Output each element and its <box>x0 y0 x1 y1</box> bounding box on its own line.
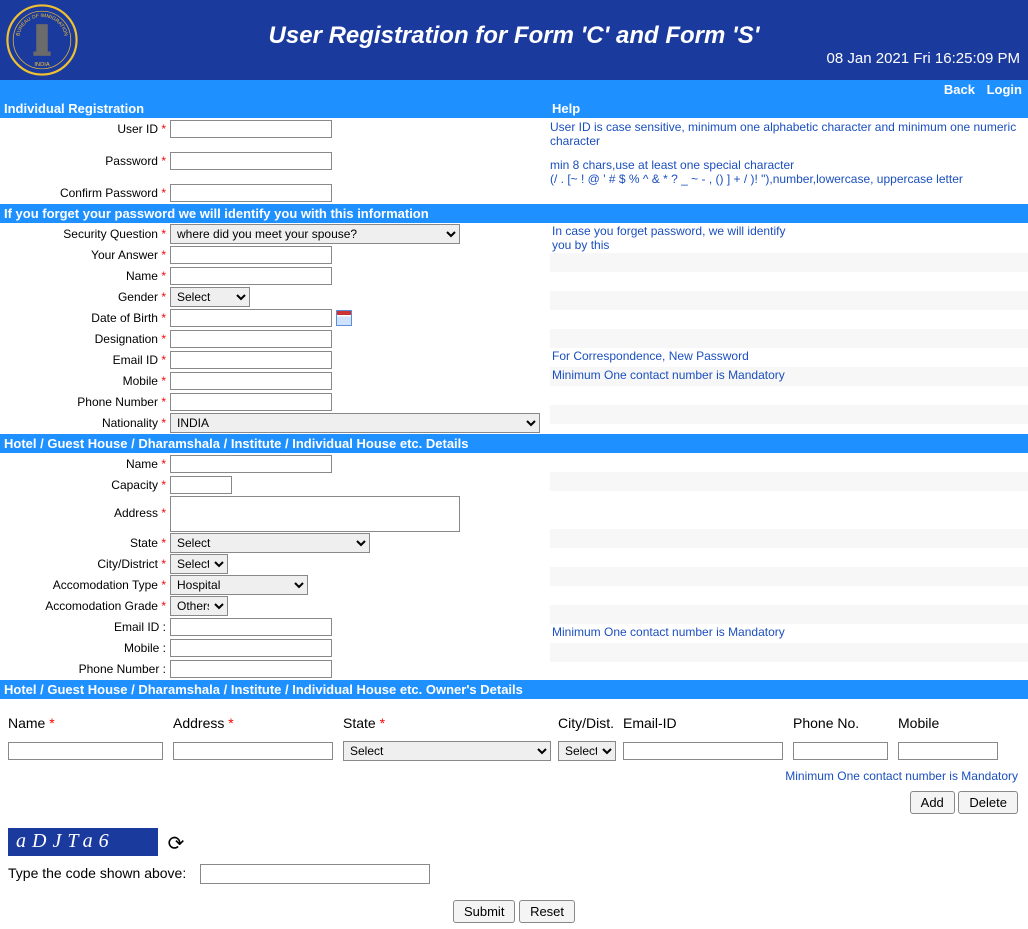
password-input[interactable] <box>170 152 332 170</box>
help-userid: User ID is case sensitive, minimum one a… <box>550 118 1028 150</box>
section-security: If you forget your password we will iden… <box>0 204 1028 223</box>
security-question-select[interactable]: where did you meet your spouse? <box>170 224 460 244</box>
svg-text:INDIA: INDIA <box>34 62 49 68</box>
label-nationality: Nationality * <box>0 416 170 430</box>
state-select[interactable]: Select <box>170 533 370 553</box>
gov-emblem-logo: BUREAU OF IMMIGRATION INDIA <box>6 4 78 76</box>
captcha-input[interactable] <box>200 864 430 884</box>
captcha-label: Type the code shown above: <box>8 865 186 881</box>
topbar: Back Login <box>0 80 1028 99</box>
owner-phone-input[interactable] <box>793 742 888 760</box>
owner-table: Name * Address * State * City/Dist. Emai… <box>0 709 1028 818</box>
section-hotel: Hotel / Guest House / Dharamshala / Inst… <box>0 434 1028 453</box>
label-state: State * <box>0 536 170 550</box>
label-name: Name * <box>0 269 170 283</box>
owner-row: Select Select <box>0 737 1028 765</box>
submit-button[interactable]: Submit <box>453 900 515 923</box>
back-link[interactable]: Back <box>944 82 975 97</box>
help-column-hotel: Minimum One contact number is Mandatory <box>548 453 1028 662</box>
owner-mobile-input[interactable] <box>898 742 998 760</box>
label-hotel-phone: Phone Number : <box>0 662 170 676</box>
label-gender: Gender * <box>0 290 170 304</box>
label-accgrade: Accomodation Grade * <box>0 599 170 613</box>
label-hotel-name: Name * <box>0 457 170 471</box>
help-email: For Correspondence, New Password <box>550 348 1028 367</box>
label-city: City/District * <box>0 557 170 571</box>
captcha-area: aDJTa6 ⟳ Type the code shown above: <box>0 818 1028 894</box>
reset-button[interactable]: Reset <box>519 900 575 923</box>
help-hotel-mobile: Minimum One contact number is Mandatory <box>550 624 1028 643</box>
label-dob: Date of Birth * <box>0 311 170 325</box>
name-input[interactable] <box>170 267 332 285</box>
login-link[interactable]: Login <box>987 82 1022 97</box>
gender-select[interactable]: Select <box>170 287 250 307</box>
label-acctype: Accomodation Type * <box>0 578 170 592</box>
userid-input[interactable] <box>170 120 332 138</box>
mobile-input[interactable] <box>170 372 332 390</box>
help-password: min 8 chars,use at least one special cha… <box>550 156 1028 188</box>
owner-header-row: Name * Address * State * City/Dist. Emai… <box>0 709 1028 737</box>
label-hotel-mobile: Mobile : <box>0 641 170 655</box>
label-password: Password * <box>0 154 170 168</box>
owner-note: Minimum One contact number is Mandatory <box>0 765 1028 787</box>
server-time: 08 Jan 2021 Fri 16:25:09 PM <box>827 50 1020 67</box>
owner-city-select[interactable]: Select <box>558 741 616 761</box>
help-column-security: In case you forget password, we will ide… <box>548 223 1028 424</box>
add-button[interactable]: Add <box>910 791 955 814</box>
accgrade-select[interactable]: Others <box>170 596 228 616</box>
owner-address-input[interactable] <box>173 742 333 760</box>
hotel-phone-input[interactable] <box>170 660 332 678</box>
section-help: Help <box>548 99 1028 118</box>
capacity-input[interactable] <box>170 476 232 494</box>
label-confirm: Confirm Password * <box>0 186 170 200</box>
section-owner: Hotel / Guest House / Dharamshala / Inst… <box>0 680 1028 699</box>
owner-state-select[interactable]: Select <box>343 741 551 761</box>
hotel-name-input[interactable] <box>170 455 332 473</box>
confirm-password-input[interactable] <box>170 184 332 202</box>
label-phone: Phone Number * <box>0 395 170 409</box>
hotel-mobile-input[interactable] <box>170 639 332 657</box>
help-security: In case you forget password, we will ide… <box>550 223 1028 253</box>
phone-input[interactable] <box>170 393 332 411</box>
banner: BUREAU OF IMMIGRATION INDIA User Registr… <box>0 0 1028 80</box>
dob-input[interactable] <box>170 309 332 327</box>
label-mobile: Mobile * <box>0 374 170 388</box>
delete-button[interactable]: Delete <box>958 791 1018 814</box>
help-mobile: Minimum One contact number is Mandatory <box>550 367 1028 386</box>
page-title: User Registration for Form 'C' and Form … <box>0 0 1028 50</box>
captcha-image: aDJTa6 <box>8 828 158 856</box>
nationality-select[interactable]: INDIA <box>170 413 540 433</box>
label-userid: User ID * <box>0 122 170 136</box>
label-address: Address * <box>0 496 170 520</box>
email-input[interactable] <box>170 351 332 369</box>
label-hotel-email: Email ID : <box>0 620 170 634</box>
calendar-icon[interactable] <box>336 310 352 326</box>
section-registration: Individual Registration <box>0 99 548 118</box>
acctype-select[interactable]: Hospital <box>170 575 308 595</box>
hotel-email-input[interactable] <box>170 618 332 636</box>
label-answer: Your Answer * <box>0 248 170 262</box>
label-email: Email ID * <box>0 353 170 367</box>
label-capacity: Capacity * <box>0 478 170 492</box>
label-secq: Security Question * <box>0 227 170 241</box>
address-textarea[interactable] <box>170 496 460 532</box>
designation-input[interactable] <box>170 330 332 348</box>
owner-email-input[interactable] <box>623 742 783 760</box>
answer-input[interactable] <box>170 246 332 264</box>
owner-name-input[interactable] <box>8 742 163 760</box>
label-designation: Designation * <box>0 332 170 346</box>
city-select[interactable]: Select <box>170 554 228 574</box>
refresh-icon[interactable]: ⟳ <box>168 831 185 856</box>
